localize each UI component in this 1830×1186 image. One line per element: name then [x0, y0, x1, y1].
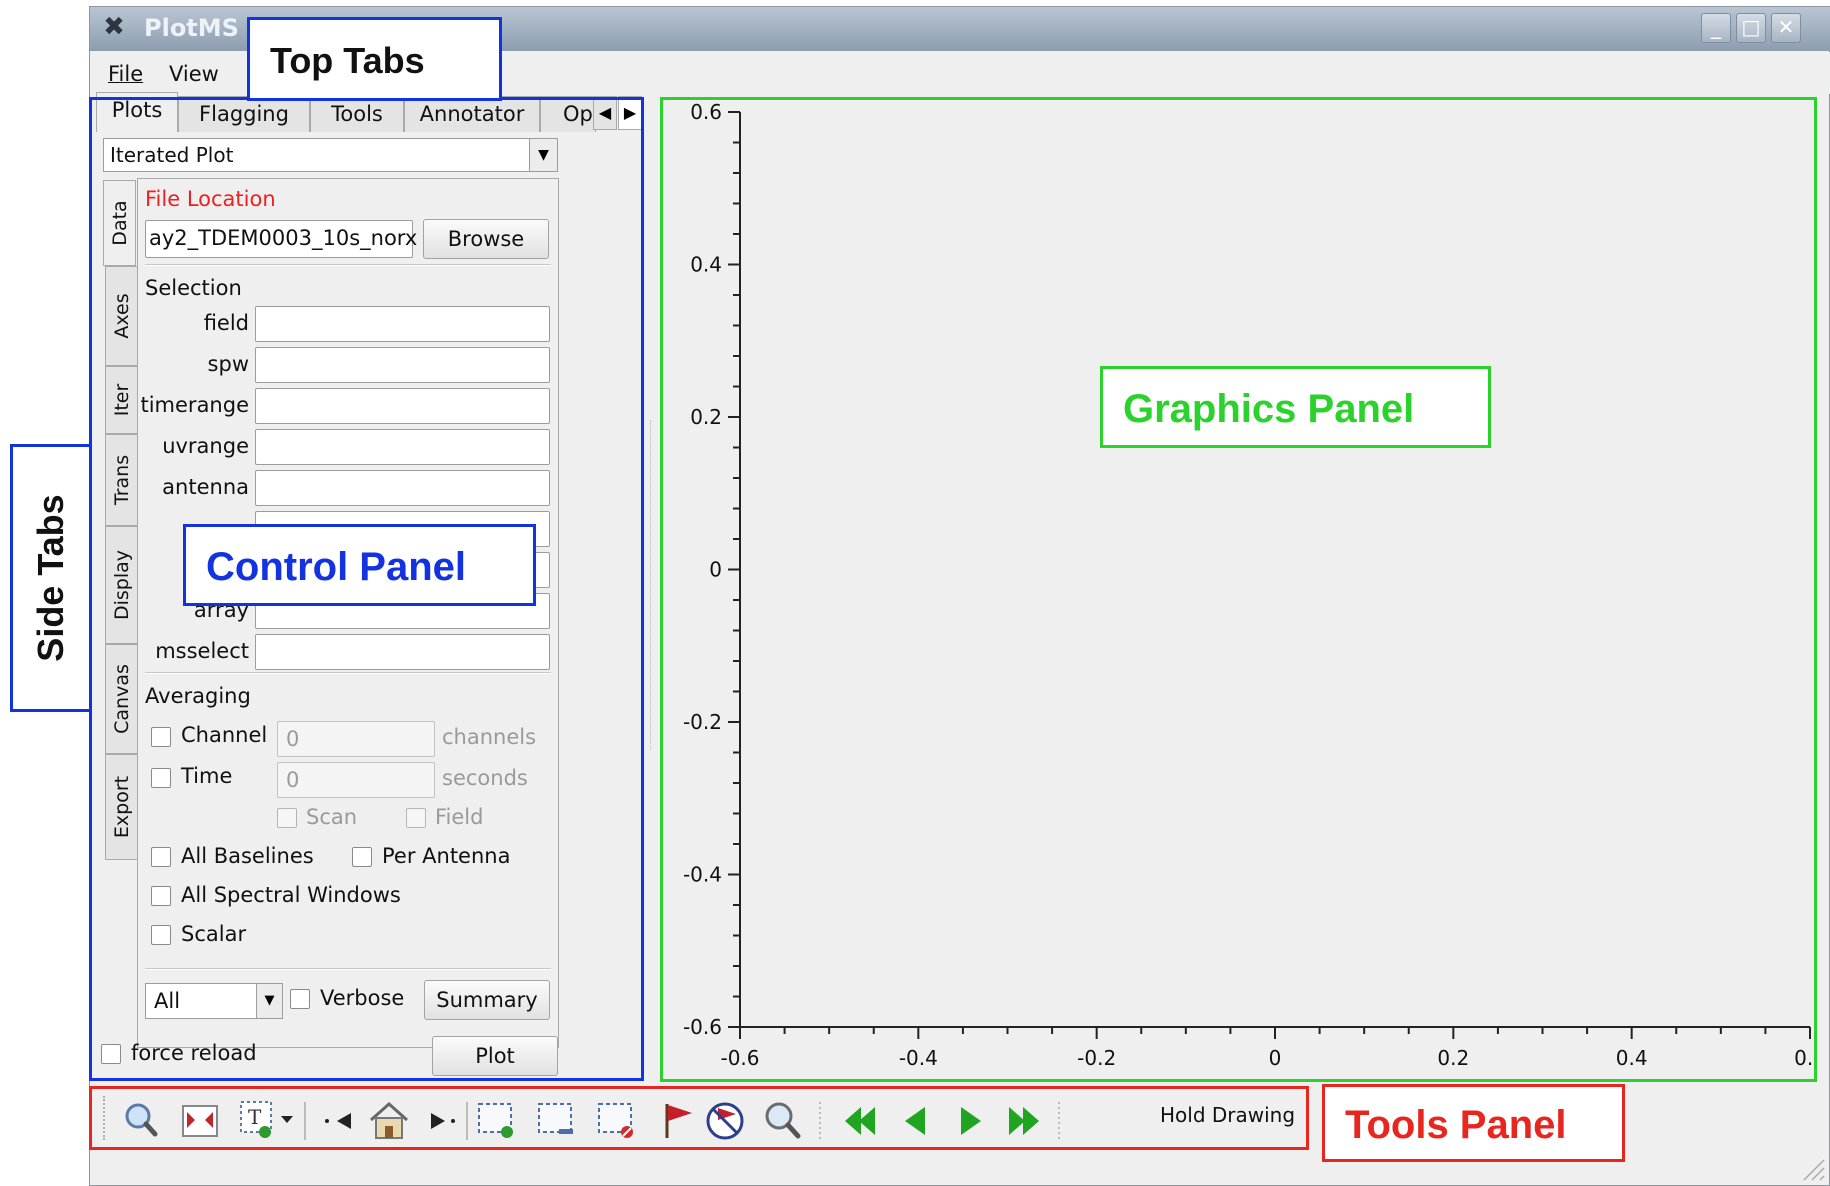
x-logo-icon: ✖ [103, 12, 125, 42]
close-icon[interactable]: ✕ [1771, 13, 1801, 43]
graphics-panel-annotation: Graphics Panel [1100, 366, 1491, 448]
maximize-icon[interactable]: □ [1736, 13, 1766, 43]
menu-file[interactable]: File [108, 62, 143, 86]
side-tabs-annotation: Side Tabs [10, 444, 92, 712]
window-title: PlotMS [144, 14, 239, 42]
tools-panel-annotation: Tools Panel [1322, 1084, 1625, 1162]
resize-grip-icon[interactable] [1800, 1156, 1826, 1182]
splitter-handle[interactable] [650, 420, 654, 750]
minimize-icon[interactable]: _ [1701, 13, 1731, 43]
menu-view[interactable]: View [169, 62, 219, 86]
tools-panel-outline [89, 1086, 1309, 1150]
graphics-panel-outline [660, 97, 1817, 1082]
control-panel-annotation: Control Panel [183, 524, 536, 606]
top-tabs-annotation: Top Tabs [247, 17, 502, 101]
